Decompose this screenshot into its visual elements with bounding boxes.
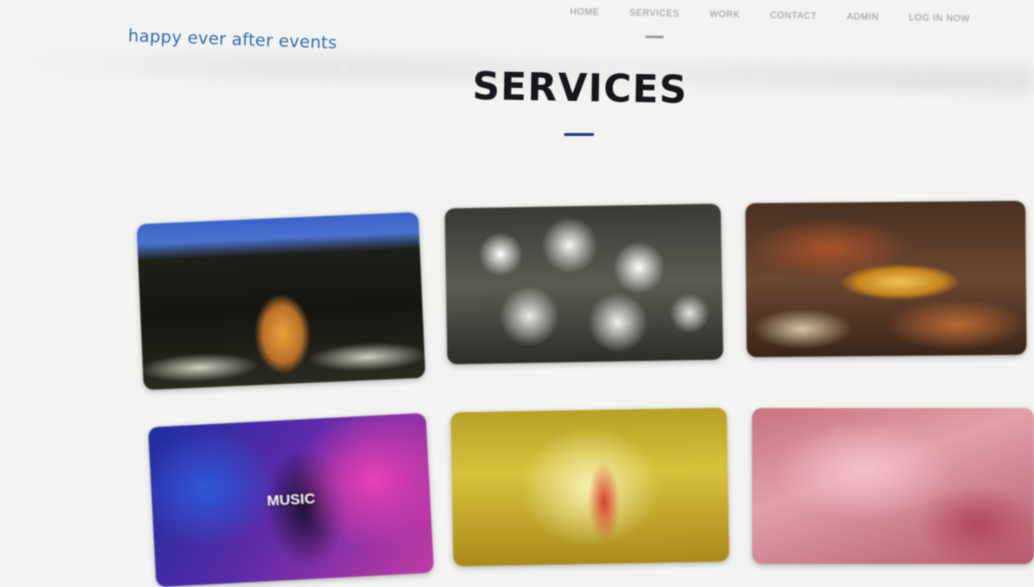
nav-login[interactable]: LOG IN NOW — [895, 12, 986, 24]
nav-work[interactable]: WORK — [695, 9, 756, 20]
nav-services[interactable]: SERVICES — [615, 7, 695, 19]
title-underline — [564, 133, 594, 136]
nav-contact[interactable]: CONTACT — [756, 10, 833, 21]
service-card-catering[interactable] — [745, 200, 1027, 358]
nav-home[interactable]: HOME — [556, 6, 616, 17]
service-card-music[interactable]: MUSIC — [148, 412, 434, 587]
service-card-label: MUSIC — [266, 490, 316, 510]
service-card-dance[interactable] — [450, 407, 730, 567]
service-card-flowers[interactable] — [444, 203, 724, 365]
nav-admin[interactable]: ADMIN — [833, 11, 895, 22]
site-logo[interactable]: happy ever after events — [128, 26, 338, 53]
service-card-venue[interactable] — [136, 211, 426, 391]
main-nav: HOME SERVICES WORK CONTACT ADMIN LOG IN … — [556, 6, 986, 24]
service-card-decoration[interactable] — [752, 408, 1034, 564]
